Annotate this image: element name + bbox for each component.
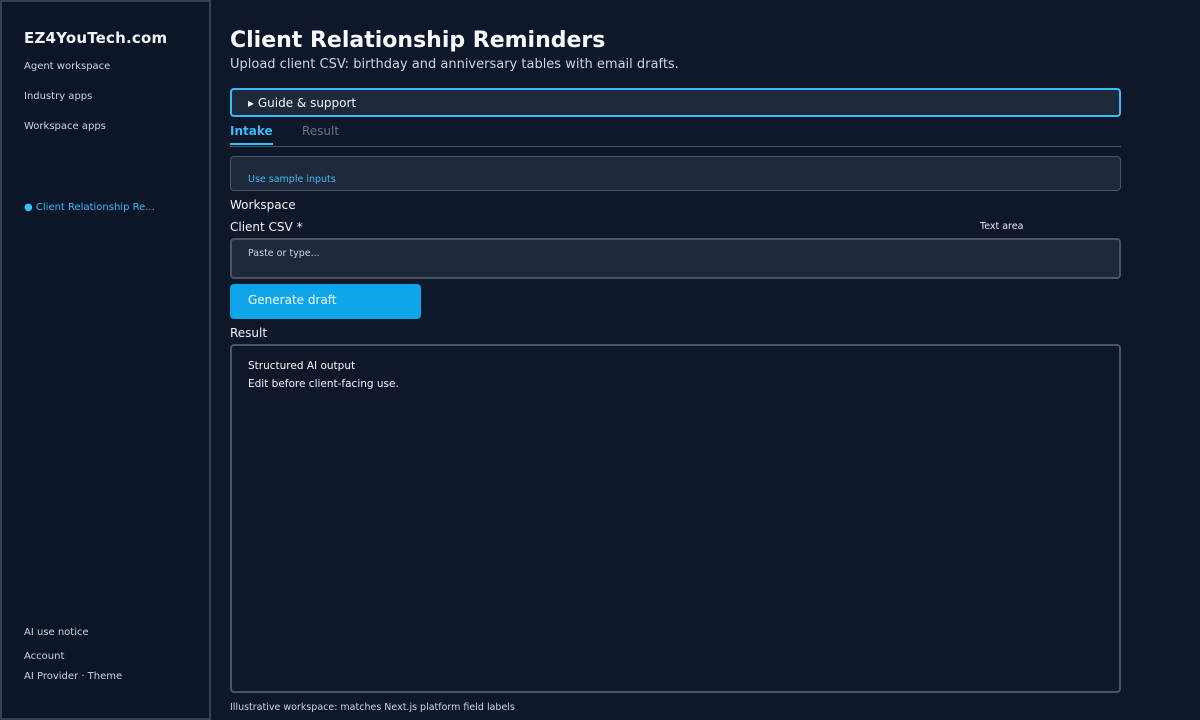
- main-content: Client Relationship Reminders Upload cli…: [230, 0, 1121, 720]
- brand-logo[interactable]: EZ4YouTech.com: [24, 29, 167, 47]
- sidebar-link-ai-use-notice[interactable]: AI use notice: [24, 627, 89, 638]
- guide-support-toggle[interactable]: ▸ Guide & support: [230, 88, 1121, 117]
- tab-result[interactable]: Result: [302, 124, 339, 145]
- generate-draft-button[interactable]: Generate draft: [230, 284, 421, 319]
- result-output[interactable]: Structured AI output Edit before client-…: [230, 344, 1121, 693]
- field-type-label: Text area: [980, 221, 1024, 232]
- sidebar-item-agent-workspace[interactable]: Agent workspace: [24, 61, 110, 72]
- page-title: Client Relationship Reminders: [230, 28, 606, 53]
- workspace-label: Workspace: [230, 198, 296, 212]
- result-line-2: Edit before client-facing use.: [248, 378, 399, 390]
- tab-bar: Intake Result: [230, 124, 1121, 147]
- client-csv-label: Client CSV *: [230, 220, 303, 234]
- sidebar-link-ai-provider-theme[interactable]: AI Provider · Theme: [24, 671, 122, 682]
- result-line-1: Structured AI output: [248, 360, 356, 372]
- result-label: Result: [230, 326, 268, 340]
- sidebar-item-client-relationship-reminders[interactable]: ● Client Relationship Re...: [24, 202, 155, 213]
- tab-intake[interactable]: Intake: [230, 124, 273, 145]
- sidebar-link-account[interactable]: Account: [24, 651, 64, 662]
- page-subtitle: Upload client CSV: birthday and annivers…: [230, 57, 679, 72]
- use-sample-inputs-link[interactable]: Use sample inputs: [248, 174, 336, 185]
- client-csv-textarea[interactable]: Paste or type...: [230, 238, 1121, 279]
- sidebar-item-workspace-apps[interactable]: Workspace apps: [24, 121, 106, 132]
- sidebar: EZ4YouTech.com Agent workspace Industry …: [0, 0, 211, 720]
- footer-note: Illustrative workspace: matches Next.js …: [230, 702, 515, 713]
- sidebar-item-industry-apps[interactable]: Industry apps: [24, 91, 92, 102]
- sample-inputs-panel: Use sample inputs: [230, 156, 1121, 191]
